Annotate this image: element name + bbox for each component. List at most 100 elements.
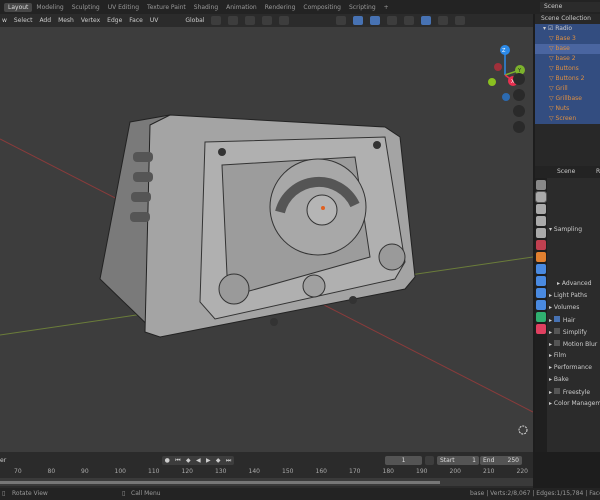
pivot-icon[interactable] (211, 16, 222, 25)
outliner-item[interactable]: ▽ base 2 (535, 54, 600, 64)
frame-tick-label: 90 (81, 468, 89, 475)
zoom-icon[interactable] (513, 73, 525, 85)
outliner-item[interactable]: ▽ Buttons (535, 64, 600, 74)
play-reverse-icon[interactable]: ◀ (196, 457, 201, 464)
particles-tab-icon[interactable] (536, 276, 546, 286)
menu-vertex[interactable]: Vertex (81, 17, 100, 24)
transform-orientation-dropdown[interactable]: Global (185, 17, 204, 24)
properties-tabs (535, 178, 547, 452)
panel-advanced[interactable]: ▸ Advanced (557, 280, 592, 287)
proportional-icon[interactable] (262, 16, 273, 25)
scene-selector[interactable]: Scene (540, 2, 600, 12)
stopwatch-icon[interactable] (425, 456, 434, 465)
output-tab-icon[interactable] (536, 204, 546, 214)
panel-volumes[interactable]: ▸ Volumes (549, 304, 579, 311)
material-tab-icon[interactable] (536, 324, 546, 334)
tab-layout[interactable]: Layout (4, 2, 33, 12)
snap-icon[interactable] (228, 16, 239, 25)
end-value: 250 (507, 457, 519, 464)
panel-performance[interactable]: ▸ Performance (549, 364, 592, 371)
tool-tab-icon[interactable] (536, 180, 546, 190)
outliner-item[interactable]: ▽ Grill (535, 84, 600, 94)
overlay-icon[interactable] (370, 16, 381, 25)
current-frame-field[interactable]: 1 (385, 456, 422, 465)
snap-target-icon[interactable] (245, 16, 256, 25)
falloff-icon[interactable] (279, 16, 290, 25)
menu-face[interactable]: Face (129, 17, 143, 24)
collection-radio[interactable]: ▾ ☑ Radio (535, 24, 600, 34)
tab-scripting[interactable]: Scripting (345, 3, 380, 12)
tab-sculpting[interactable]: Sculpting (68, 3, 104, 12)
outliner-item[interactable]: ▽ base (535, 44, 600, 54)
solid-shading-icon[interactable] (421, 16, 432, 25)
menu-w[interactable]: w (2, 17, 7, 24)
gizmo-z-label: Z (502, 48, 506, 54)
render-tab-icon[interactable] (535, 191, 547, 203)
xray-icon[interactable] (387, 16, 398, 25)
tab-rendering[interactable]: Rendering (261, 3, 300, 12)
panel-motion-blur[interactable]: ▸ Motion Blur (549, 340, 597, 348)
checkbox[interactable] (553, 340, 560, 346)
outliner-item[interactable]: ▽ Nuts (535, 104, 600, 114)
next-key-icon[interactable]: ◆ (216, 457, 221, 464)
frame-tick-label: 200 (449, 468, 461, 475)
tab--[interactable]: + (380, 3, 393, 12)
jump-end-icon[interactable]: ⏭ (226, 457, 231, 465)
outliner-item[interactable]: ▽ Grillbase (535, 94, 600, 104)
tab-uv-editing[interactable]: UV Editing (104, 3, 143, 12)
wireframe-shading-icon[interactable] (404, 16, 415, 25)
data-tab-icon[interactable] (536, 312, 546, 322)
tab-compositing[interactable]: Compositing (299, 3, 345, 12)
menu-select[interactable]: Select (14, 17, 33, 24)
checkbox[interactable] (553, 316, 560, 322)
scene-collection[interactable]: Scene Collection (535, 14, 600, 24)
outliner-item[interactable]: ▽ Buttons 2 (535, 74, 600, 84)
panel-light-paths[interactable]: ▸ Light Paths (549, 292, 587, 299)
menu-edge[interactable]: Edge (107, 17, 122, 24)
timeline-menu[interactable]: er (0, 457, 6, 464)
prev-key-icon[interactable]: ◆ (186, 457, 191, 464)
visibility-icon[interactable] (336, 16, 347, 25)
camera-view-icon[interactable] (513, 105, 525, 117)
panel-film[interactable]: ▸ Film (549, 352, 566, 359)
record-icon[interactable]: ● (165, 457, 170, 464)
scene-tab-icon[interactable] (536, 228, 546, 238)
tab-texture-paint[interactable]: Texture Paint (143, 3, 190, 12)
material-shading-icon[interactable] (438, 16, 449, 25)
jump-start-icon[interactable]: ⏮ (175, 457, 180, 465)
tab-shading[interactable]: Shading (190, 3, 222, 12)
constraints-tab-icon[interactable] (536, 300, 546, 310)
menu-mesh[interactable]: Mesh (58, 17, 74, 24)
panel-simplify[interactable]: ▸ Simplify (549, 328, 587, 336)
tab-animation[interactable]: Animation (222, 3, 261, 12)
panel-bake[interactable]: ▸ Bake (549, 376, 569, 383)
timeline-track[interactable] (0, 478, 533, 486)
physics-tab-icon[interactable] (536, 288, 546, 298)
menu-uv[interactable]: UV (150, 17, 159, 24)
object-tab-icon[interactable] (536, 252, 546, 262)
playback-controls[interactable]: ● ⏮ ◆ ◀ ▶ ◆ ⏭ (162, 456, 234, 465)
panel-sampling[interactable]: ▾ Sampling (549, 226, 582, 233)
3d-viewport[interactable]: Z Y X (0, 27, 533, 452)
play-icon[interactable]: ▶ (206, 457, 211, 464)
radio-model[interactable] (99, 114, 416, 339)
start-frame-field[interactable]: Start 1 (437, 456, 479, 465)
modifier-tab-icon[interactable] (536, 264, 546, 274)
rendered-shading-icon[interactable] (455, 16, 466, 25)
menu-add[interactable]: Add (39, 17, 51, 24)
checkbox[interactable] (553, 328, 560, 334)
panel-hair[interactable]: ▸ Hair (549, 316, 575, 324)
world-tab-icon[interactable] (536, 240, 546, 250)
gizmo-icon[interactable] (353, 16, 364, 25)
view-layer-tab-icon[interactable] (536, 216, 546, 226)
outliner-item[interactable]: ▽ Screen (535, 114, 600, 124)
end-frame-field[interactable]: End 250 (480, 456, 522, 465)
pan-hand-icon[interactable] (513, 89, 525, 101)
panel-color-management[interactable]: ▸ Color Management (549, 400, 600, 407)
perspective-grid-icon[interactable] (513, 121, 525, 133)
checkbox[interactable] (553, 388, 560, 394)
scene-label: Scene (557, 168, 576, 175)
tab-modeling[interactable]: Modeling (32, 3, 67, 12)
panel-freestyle[interactable]: ▸ Freestyle (549, 388, 590, 396)
outliner-item[interactable]: ▽ Base 3 (535, 34, 600, 44)
